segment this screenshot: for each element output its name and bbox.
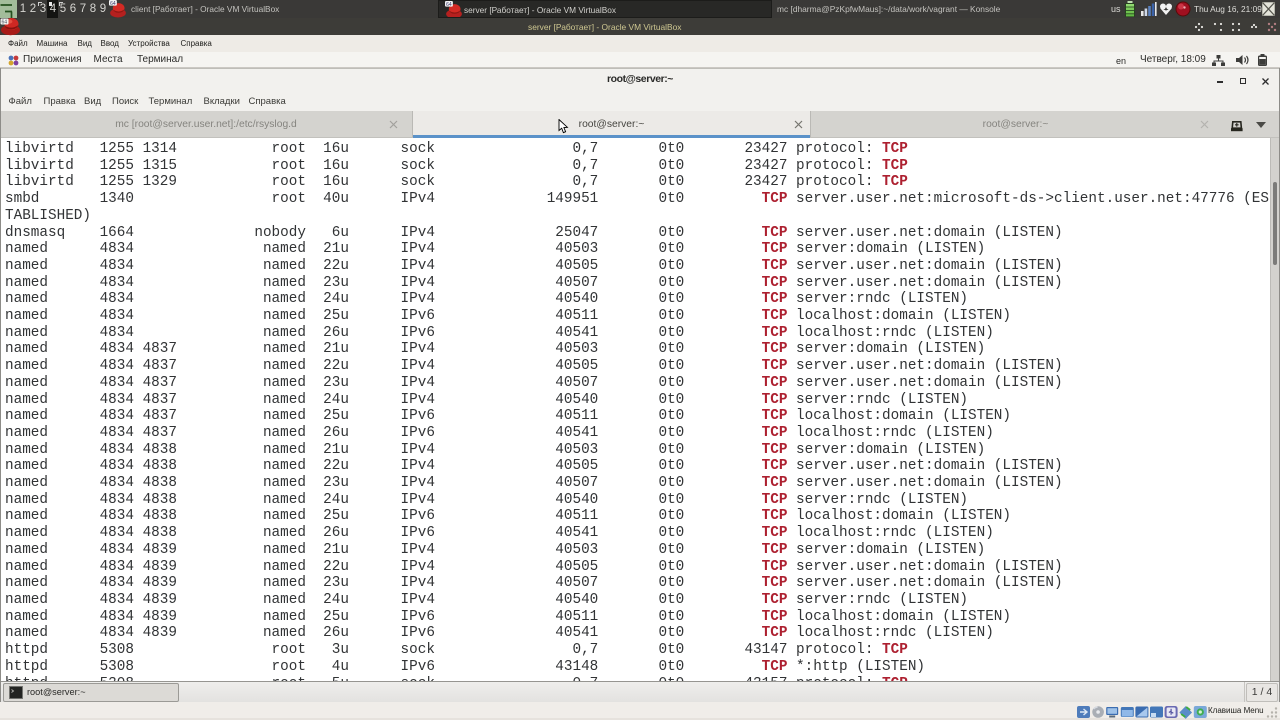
svg-text:64: 64 [110,1,116,7]
svg-text:64: 64 [2,20,8,26]
svg-text:64: 64 [446,2,452,8]
